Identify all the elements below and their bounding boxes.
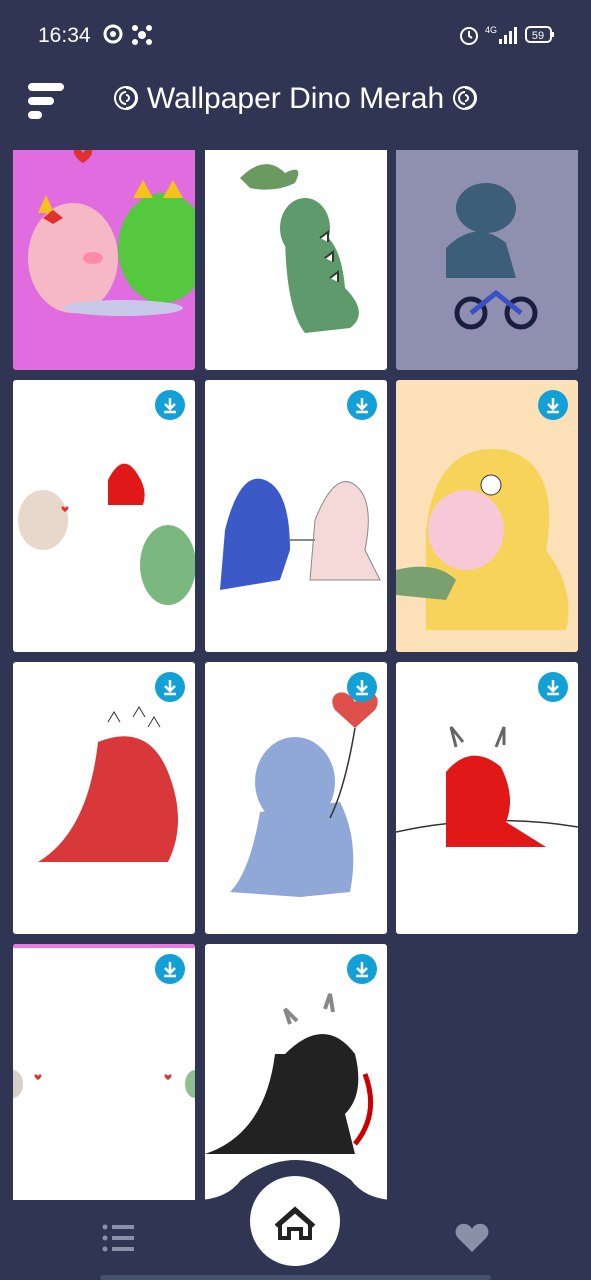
wallpaper-image [38, 706, 178, 862]
network-label: 4G [485, 25, 497, 35]
wallpaper-tile[interactable] [205, 662, 387, 934]
lollipop-swirl-icon [113, 86, 138, 110]
download-button[interactable] [155, 954, 185, 984]
download-icon [164, 962, 176, 978]
wallpaper-image [396, 726, 578, 847]
home-button[interactable] [250, 1176, 340, 1266]
list-icon[interactable] [102, 1223, 134, 1253]
battery-icon: 59 [525, 26, 554, 43]
wallpaper-tile[interactable] [205, 150, 387, 370]
wallpaper-image [230, 692, 378, 897]
download-icon [164, 398, 176, 414]
download-icon [356, 398, 368, 414]
heart-icon[interactable] [454, 1222, 490, 1254]
wallpaper-tile[interactable] [396, 662, 578, 934]
download-button[interactable] [347, 954, 377, 984]
download-button[interactable] [347, 672, 377, 702]
download-button[interactable] [538, 672, 568, 702]
download-button[interactable] [538, 390, 568, 420]
lollipop-swirl-icon [453, 86, 478, 110]
download-icon [356, 680, 368, 696]
app-bar: Wallpaper Dino Merah [0, 70, 591, 150]
download-button[interactable] [155, 390, 185, 420]
download-icon [547, 398, 559, 414]
alarm-icon [460, 27, 478, 45]
wallpaper-tile[interactable] [205, 380, 387, 652]
wallpaper-grid [0, 150, 591, 1200]
wallpaper-image [220, 478, 381, 590]
wallpaper-tile[interactable] [13, 662, 195, 934]
wallpaper-tile[interactable] [13, 380, 195, 652]
page-title: Wallpaper Dino Merah [0, 82, 591, 116]
signal-icon: 4G [485, 25, 517, 44]
wallpaper-tile[interactable] [396, 380, 578, 652]
status-bar: 16:34 4G 59 [0, 0, 591, 70]
wallpaper-image [18, 463, 195, 605]
app-title-text: Wallpaper Dino Merah [146, 82, 445, 115]
download-button[interactable] [347, 390, 377, 420]
download-button[interactable] [155, 672, 185, 702]
wallpaper-image [240, 164, 359, 333]
wallpaper-tile[interactable] [396, 150, 578, 370]
download-icon [356, 962, 368, 978]
settings-notification-icon [132, 25, 152, 45]
status-time: 16:34 [38, 24, 91, 47]
download-icon [164, 680, 176, 696]
wallpaper-tile[interactable] [13, 944, 195, 1200]
app-notification-icon [103, 24, 123, 44]
wallpaper-image [28, 150, 195, 316]
battery-level: 59 [532, 30, 544, 42]
wallpaper-image [446, 183, 538, 330]
download-icon [547, 680, 559, 696]
wallpaper-image [396, 449, 569, 630]
gesture-bar [100, 1275, 491, 1280]
home-icon [274, 1206, 316, 1240]
wallpaper-tile[interactable] [13, 150, 195, 370]
